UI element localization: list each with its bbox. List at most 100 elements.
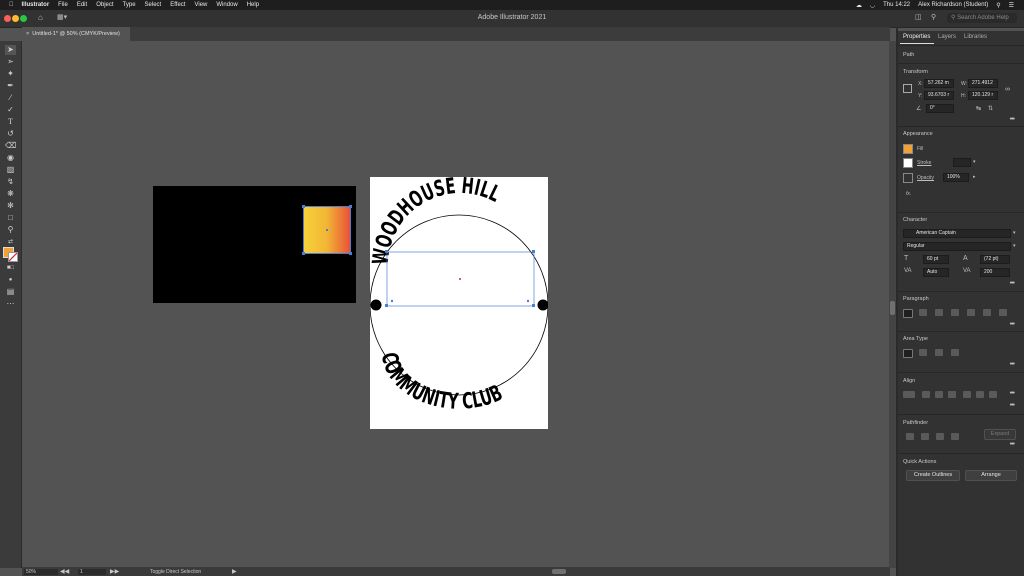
more-options-icon[interactable]: ••• bbox=[1010, 390, 1015, 397]
apple-icon[interactable]:  bbox=[9, 2, 14, 8]
menu-help[interactable]: Help bbox=[247, 2, 259, 8]
justify-all-icon[interactable] bbox=[999, 309, 1007, 316]
tab-libraries[interactable]: Libraries bbox=[964, 34, 987, 40]
align-bottom-edge-icon[interactable] bbox=[989, 391, 997, 398]
zoom-level[interactable]: 50% bbox=[24, 569, 58, 575]
anchor-point[interactable] bbox=[302, 252, 305, 255]
menu-effect[interactable]: Effect bbox=[170, 2, 185, 8]
align-left-icon[interactable] bbox=[903, 309, 913, 318]
help-search-input[interactable]: ⚲ Search Adobe Help bbox=[947, 13, 1017, 23]
justify-left-icon[interactable] bbox=[951, 309, 959, 316]
horizontal-scrollbar-thumb[interactable] bbox=[552, 569, 566, 574]
stroke-weight-field[interactable] bbox=[953, 158, 971, 167]
more-options-icon[interactable]: ••• bbox=[1010, 441, 1015, 448]
tracking-field[interactable]: 200 bbox=[980, 268, 1010, 277]
menu-edit[interactable]: Edit bbox=[77, 2, 87, 8]
flip-vertical-icon[interactable]: ⇅ bbox=[988, 105, 993, 112]
user-name[interactable]: Alex Richardson (Student) bbox=[918, 2, 988, 8]
font-style-field[interactable]: Regular bbox=[903, 242, 1011, 251]
font-style-dropdown-icon[interactable]: ▾ bbox=[1013, 243, 1016, 249]
tab-properties[interactable]: Properties bbox=[903, 34, 930, 40]
more-options-icon[interactable]: ••• bbox=[1010, 321, 1015, 328]
stroke-dropdown-icon[interactable]: ▾ bbox=[973, 159, 976, 165]
anchor-point[interactable] bbox=[349, 205, 352, 208]
status-menu-icon[interactable]: ▶ bbox=[232, 568, 237, 575]
type-tool-icon[interactable]: T bbox=[5, 117, 16, 127]
document-tab[interactable]: × Untitled-1* @ 50% (CMYK/Preview) bbox=[22, 27, 130, 41]
gradient-tool-icon[interactable]: ▨ bbox=[5, 165, 16, 175]
canvas[interactable]: WOODHOUSE HILL COMMUNITY CLUB bbox=[22, 41, 890, 568]
more-options-icon[interactable]: ••• bbox=[1010, 280, 1015, 287]
fill-swatch[interactable] bbox=[903, 144, 913, 154]
opacity-arrow-icon[interactable]: ▸ bbox=[973, 174, 976, 180]
area-type-align-center-icon[interactable] bbox=[919, 349, 927, 356]
anchor-point[interactable] bbox=[302, 205, 305, 208]
y-field[interactable]: 93.6703 r bbox=[924, 91, 954, 100]
direct-selection-tool-icon[interactable]: ➣ bbox=[5, 57, 16, 67]
justify-center-icon[interactable] bbox=[967, 309, 975, 316]
opacity-label[interactable]: Opacity bbox=[917, 175, 934, 181]
h-field[interactable]: 120.129 r bbox=[968, 91, 998, 100]
align-right-icon[interactable] bbox=[935, 309, 943, 316]
selection-tool-icon[interactable]: ➤ bbox=[5, 45, 16, 55]
align-right-edge-icon[interactable] bbox=[948, 391, 956, 398]
tab-layers[interactable]: Layers bbox=[938, 34, 956, 40]
stroke-label[interactable]: Stroke bbox=[917, 160, 931, 166]
angle-field[interactable]: 0° bbox=[926, 104, 954, 113]
line-tool-icon[interactable]: ∕ bbox=[5, 93, 16, 103]
pen-tool-icon[interactable]: ✒ bbox=[5, 81, 16, 91]
artboard-number[interactable]: 1 bbox=[78, 569, 106, 575]
control-center-icon[interactable]: ☰ bbox=[1009, 2, 1014, 9]
color-mode-icon[interactable]: ■□ bbox=[5, 263, 16, 273]
expand-button[interactable]: Expand bbox=[984, 429, 1016, 440]
menu-file[interactable]: File bbox=[58, 2, 68, 8]
more-options-icon[interactable]: ••• bbox=[1010, 402, 1015, 409]
area-type-align-top-icon[interactable] bbox=[903, 349, 913, 358]
shaper-tool-icon[interactable]: ◉ bbox=[5, 153, 16, 163]
vertical-scrollbar[interactable] bbox=[889, 41, 896, 568]
more-options-icon[interactable]: ••• bbox=[1010, 361, 1015, 368]
align-top-edge-icon[interactable] bbox=[963, 391, 971, 398]
clock[interactable]: Thu 14:22 bbox=[883, 2, 910, 8]
rotate-tool-icon[interactable]: ↺ bbox=[5, 129, 16, 139]
kerning-field[interactable]: Auto bbox=[923, 268, 949, 277]
black-rectangle[interactable] bbox=[153, 186, 356, 303]
menu-select[interactable]: Select bbox=[145, 2, 162, 8]
swap-colors-icon[interactable]: ⇄ bbox=[5, 237, 16, 247]
constrain-proportions-icon[interactable]: ∞ bbox=[1005, 86, 1010, 93]
arrange-button[interactable]: Arrange bbox=[965, 470, 1017, 481]
artboard-tool-icon[interactable]: □ bbox=[5, 213, 16, 223]
flip-horizontal-icon[interactable]: ↹ bbox=[976, 105, 981, 112]
more-options-icon[interactable]: ••• bbox=[1010, 116, 1015, 123]
align-left-edge-icon[interactable] bbox=[922, 391, 930, 398]
align-horizontal-center-icon[interactable] bbox=[935, 391, 943, 398]
align-center-icon[interactable] bbox=[919, 309, 927, 316]
edit-toolbar-icon[interactable]: ⋯ bbox=[5, 299, 16, 309]
reference-point-icon[interactable] bbox=[903, 84, 912, 93]
create-outlines-button[interactable]: Create Outlines bbox=[906, 470, 960, 481]
last-artboard-icon[interactable]: ▶▶ bbox=[110, 568, 119, 575]
area-type-align-bottom-icon[interactable] bbox=[935, 349, 943, 356]
unite-icon[interactable] bbox=[906, 433, 914, 440]
align-vertical-center-icon[interactable] bbox=[976, 391, 984, 398]
status-tool-hint[interactable]: Toggle Direct Selection bbox=[150, 569, 201, 575]
cloud-icon[interactable]: ☁ bbox=[856, 2, 862, 9]
blend-tool-icon[interactable]: ❋ bbox=[5, 189, 16, 199]
font-family-dropdown-icon[interactable]: ▾ bbox=[1013, 230, 1016, 236]
spotlight-icon[interactable]: ⚲ bbox=[996, 2, 1000, 9]
menu-object[interactable]: Object bbox=[96, 2, 113, 8]
first-artboard-icon[interactable]: ◀◀ bbox=[60, 568, 69, 575]
exclude-icon[interactable] bbox=[951, 433, 959, 440]
leading-field[interactable]: (72 pt) bbox=[980, 255, 1010, 264]
menu-window[interactable]: Window bbox=[216, 2, 237, 8]
justify-right-icon[interactable] bbox=[983, 309, 991, 316]
zoom-tool-icon[interactable]: ⚲ bbox=[5, 225, 16, 235]
magic-wand-tool-icon[interactable]: ✦ bbox=[5, 69, 16, 79]
eyedropper-tool-icon[interactable]: ↯ bbox=[5, 177, 16, 187]
x-field[interactable]: 57.262 m bbox=[924, 79, 954, 88]
gradient-square[interactable] bbox=[302, 205, 352, 255]
vertical-scrollbar-thumb[interactable] bbox=[890, 301, 895, 315]
screen-mode-icon[interactable]: ▤ bbox=[5, 287, 16, 297]
menu-app-name[interactable]: Illustrator bbox=[22, 2, 50, 8]
w-field[interactable]: 271.4912 bbox=[968, 79, 998, 88]
